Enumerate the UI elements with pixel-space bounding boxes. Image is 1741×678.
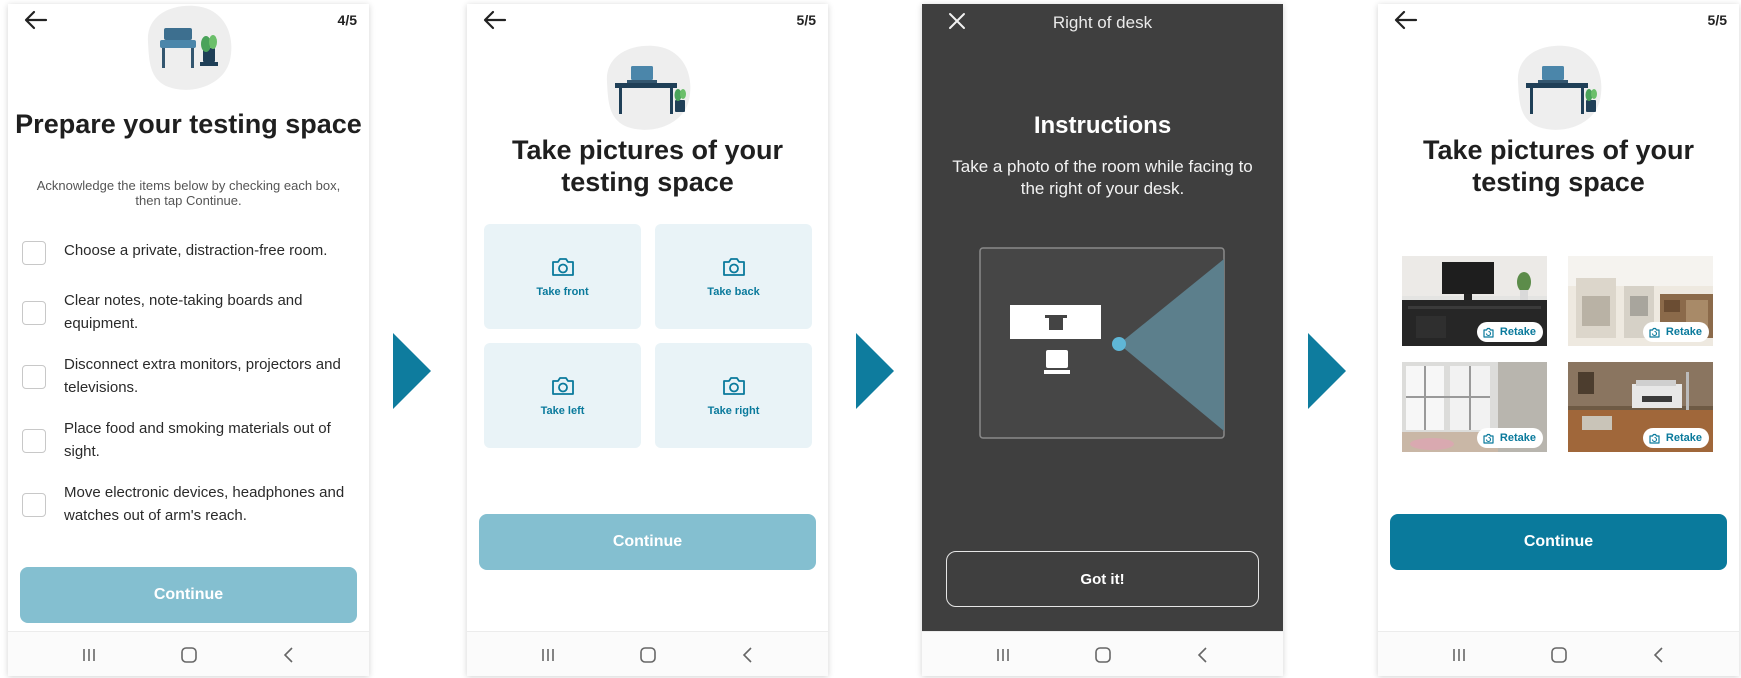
checklist-label: Clear notes, note-taking boards and equi… xyxy=(64,292,303,332)
checkbox[interactable] xyxy=(22,301,46,325)
retake-camera-icon xyxy=(1649,433,1660,444)
checklist-item[interactable]: Clear notes, note-taking boards and equi… xyxy=(22,289,359,335)
camera-icon xyxy=(551,257,574,276)
tile-label: Take front xyxy=(536,285,589,298)
retake-label: Retake xyxy=(1665,432,1702,444)
retake-camera-icon xyxy=(1483,433,1494,444)
tile-label: Take right xyxy=(707,404,760,417)
checklist-label: Place food and smoking materials out of … xyxy=(64,420,331,460)
checklist-item[interactable]: Move electronic devices, headphones and … xyxy=(22,481,359,527)
take-left-tile[interactable]: Take left xyxy=(484,343,641,448)
checklist-label: Choose a private, distraction-free room. xyxy=(64,242,328,259)
checklist-item[interactable]: Choose a private, distraction-free room. xyxy=(22,239,359,265)
checkbox[interactable] xyxy=(22,429,46,453)
flow-arrow-icon xyxy=(1308,333,1346,409)
screen-pictures-taken: 5/5 Take pictures of your testing space xyxy=(1378,4,1739,676)
recents-icon[interactable] xyxy=(992,644,1014,666)
desk-orientation-diagram xyxy=(979,247,1225,439)
camera-icon xyxy=(722,376,745,395)
desk-laptop-illustration xyxy=(606,45,690,130)
retake-button[interactable]: Retake xyxy=(1642,428,1709,448)
page-subtitle: Acknowledge the items below by checking … xyxy=(36,178,341,208)
nav-back-icon[interactable] xyxy=(1648,644,1670,666)
system-navbar xyxy=(467,631,828,676)
system-navbar xyxy=(1378,631,1739,676)
photo-thumbnail[interactable]: Retake xyxy=(1402,256,1547,346)
stage: 4/5 Prepare your testing space Acknowled… xyxy=(0,0,1741,678)
retake-button[interactable]: Retake xyxy=(1476,322,1543,342)
nav-back-icon[interactable] xyxy=(1192,644,1214,666)
step-indicator: 4/5 xyxy=(337,12,357,28)
desk-laptop-illustration xyxy=(1517,45,1601,130)
system-navbar xyxy=(8,631,369,676)
arrow-left-icon[interactable] xyxy=(1392,8,1420,32)
page-title: Take pictures of your testing space xyxy=(1422,135,1695,197)
step-indicator: 5/5 xyxy=(796,12,816,28)
tile-label: Take back xyxy=(707,285,760,298)
chair-plant-illustration xyxy=(147,5,231,90)
screen-prepare-space: 4/5 Prepare your testing space Acknowled… xyxy=(8,4,369,676)
system-navbar xyxy=(922,631,1283,676)
home-icon[interactable] xyxy=(178,644,200,666)
checkbox[interactable] xyxy=(22,365,46,389)
continue-button[interactable]: Continue xyxy=(1390,514,1727,570)
step-indicator: 5/5 xyxy=(1707,12,1727,28)
photo-thumbnail[interactable]: Retake xyxy=(1568,362,1713,452)
instructions-title: Instructions xyxy=(1033,112,1172,139)
instructions-text: Take a photo of the room while facing to… xyxy=(952,157,1253,198)
arrow-left-icon[interactable] xyxy=(481,8,509,32)
home-icon[interactable] xyxy=(1548,644,1570,666)
home-icon[interactable] xyxy=(637,644,659,666)
recents-icon[interactable] xyxy=(537,644,559,666)
checkbox[interactable] xyxy=(22,493,46,517)
recents-icon[interactable] xyxy=(1448,644,1470,666)
page-title: Prepare your testing space xyxy=(15,109,362,139)
retake-camera-icon xyxy=(1649,327,1660,338)
nav-back-icon[interactable] xyxy=(737,644,759,666)
retake-label: Retake xyxy=(1665,326,1702,338)
screen-camera-instructions: Right of desk Instructions Take a photo … xyxy=(922,4,1283,676)
take-back-tile[interactable]: Take back xyxy=(655,224,812,329)
photo-thumbnail[interactable]: Retake xyxy=(1402,362,1547,452)
got-it-button[interactable]: Got it! xyxy=(946,551,1259,607)
camera-header: Right of desk xyxy=(1052,13,1153,32)
photo-thumbnail[interactable]: Retake xyxy=(1568,256,1713,346)
retake-button[interactable]: Retake xyxy=(1642,322,1709,342)
continue-button[interactable]: Continue xyxy=(20,567,357,623)
flow-arrow-icon xyxy=(393,333,431,409)
checklist-item[interactable]: Place food and smoking materials out of … xyxy=(22,417,359,463)
retake-camera-icon xyxy=(1483,327,1494,338)
recents-icon[interactable] xyxy=(78,644,100,666)
checklist-item[interactable]: Disconnect extra monitors, projectors an… xyxy=(22,353,359,399)
home-icon[interactable] xyxy=(1092,644,1114,666)
camera-icon xyxy=(551,376,574,395)
camera-icon xyxy=(722,257,745,276)
screen-take-pictures: 5/5 Take pictures of your testing space … xyxy=(467,4,828,676)
retake-label: Retake xyxy=(1499,326,1536,338)
page-title: Take pictures of your testing space xyxy=(511,135,784,197)
flow-arrow-icon xyxy=(856,333,894,409)
tile-label: Take left xyxy=(540,404,585,417)
retake-label: Retake xyxy=(1499,432,1536,444)
retake-button[interactable]: Retake xyxy=(1476,428,1543,448)
take-right-tile[interactable]: Take right xyxy=(655,343,812,448)
checklist-label: Move electronic devices, headphones and … xyxy=(64,484,345,524)
take-front-tile[interactable]: Take front xyxy=(484,224,641,329)
checkbox[interactable] xyxy=(22,241,46,265)
checklist-label: Disconnect extra monitors, projectors an… xyxy=(64,356,341,396)
nav-back-icon[interactable] xyxy=(278,644,300,666)
continue-button[interactable]: Continue xyxy=(479,514,816,570)
arrow-left-icon[interactable] xyxy=(22,8,50,32)
